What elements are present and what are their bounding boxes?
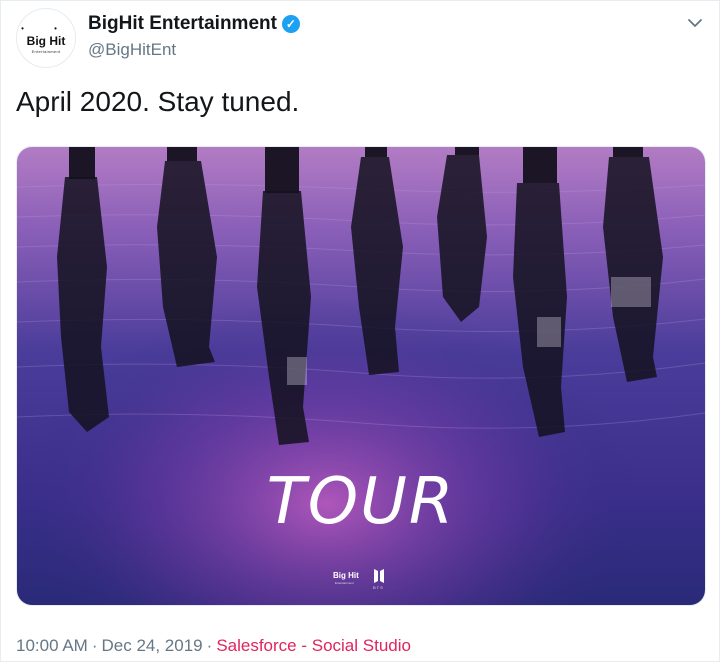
bts-logo-icon	[374, 569, 384, 583]
tweet-footer: 10:00 AM · Dec 24, 2019 · Salesforce - S…	[16, 636, 411, 656]
display-name[interactable]: BigHit Entertainment	[88, 13, 277, 35]
avatar-subtext: Entertainment	[31, 49, 61, 54]
avatar[interactable]: • • Big Hit Entertainment	[16, 8, 76, 68]
separator: ·	[91, 636, 98, 655]
avatar-dots: • •	[21, 24, 71, 33]
avatar-text: Big Hit	[26, 34, 66, 48]
chevron-down-icon[interactable]	[684, 12, 706, 34]
bts-logo-text: BTS	[373, 585, 384, 590]
separator: ·	[206, 636, 213, 655]
tweet-text: April 2020. Stay tuned.	[16, 86, 300, 117]
tour-title: TOUR	[266, 465, 456, 539]
tweet-media-image[interactable]: TOUR Big Hit Entertainment BTS	[16, 146, 706, 606]
tweet-source-link[interactable]: Salesforce - Social Studio	[216, 636, 411, 656]
bighit-logo-subtext: Entertainment	[335, 581, 354, 585]
verified-badge-icon: ✓	[281, 15, 300, 33]
handle[interactable]: @BigHitEnt	[88, 40, 176, 60]
bighit-logo-text: Big Hit	[333, 571, 359, 580]
tweet-time[interactable]: 10:00 AM	[16, 636, 88, 656]
name-row: BigHit Entertainment ✓	[88, 13, 300, 35]
tweet-date[interactable]: Dec 24, 2019	[102, 636, 203, 656]
